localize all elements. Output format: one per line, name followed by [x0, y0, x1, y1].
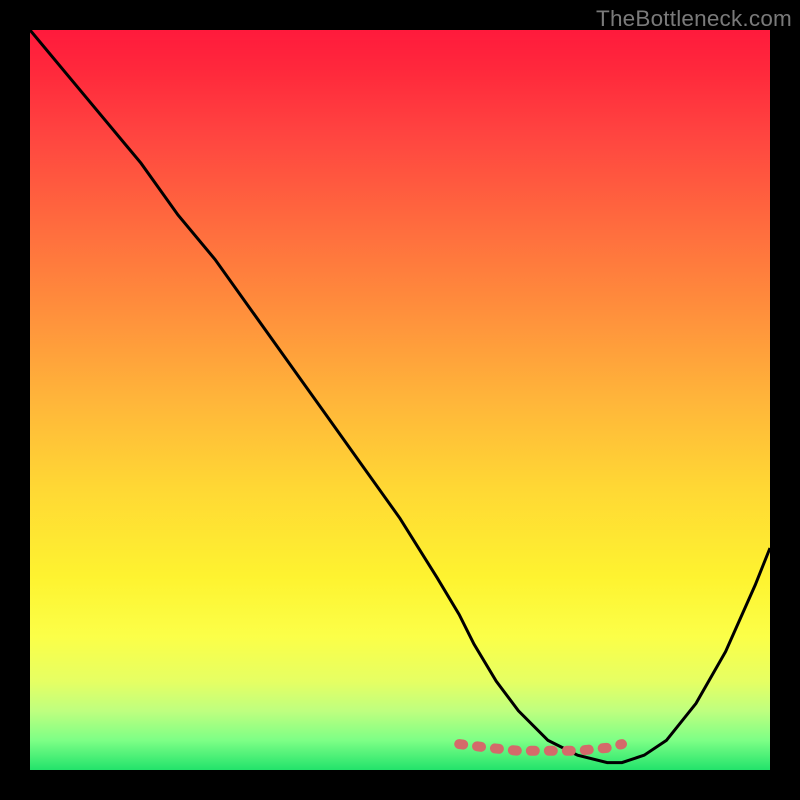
plot-area — [30, 30, 770, 770]
chart-svg — [30, 30, 770, 770]
watermark-text: TheBottleneck.com — [596, 6, 792, 32]
curve-line — [30, 30, 770, 763]
floor-highlight-line — [459, 744, 622, 751]
chart-container: TheBottleneck.com — [0, 0, 800, 800]
